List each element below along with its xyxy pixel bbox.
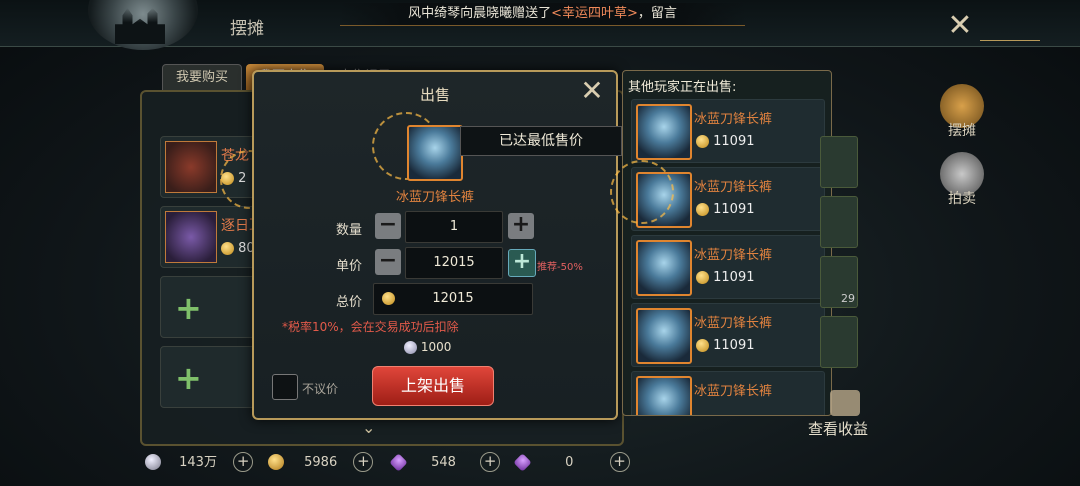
close-icon[interactable]: ✕: [940, 8, 980, 43]
total-price-field: 12015: [373, 283, 533, 315]
item-count-badge: 29: [841, 292, 855, 305]
pants-icon: [636, 308, 692, 364]
listing-price: 11091: [696, 202, 755, 217]
quantity-input[interactable]: 1: [405, 211, 503, 243]
chevron-down-icon[interactable]: ⌄: [362, 418, 375, 437]
total-price-value: 12015: [432, 291, 474, 306]
stall-slot[interactable]: 逐日耳 801: [160, 206, 263, 268]
pants-icon: [636, 376, 692, 415]
listing-name: 冰蓝刀锋长裤: [694, 112, 773, 127]
gold-coin-icon: [696, 339, 709, 352]
gold-coin-icon: [382, 292, 395, 305]
listing-name: 冰蓝刀锋长裤: [694, 248, 773, 263]
total-price-label: 总价: [336, 295, 363, 310]
listing-price: 11091: [696, 134, 755, 149]
listing-fee: 1000: [404, 340, 451, 354]
gold-coin-icon: [696, 135, 709, 148]
listing-price-value: 11091: [713, 202, 755, 217]
pants-icon: [636, 104, 692, 160]
toast-message: 已达最低售价: [460, 126, 622, 156]
listing-price-value: 11091: [713, 338, 755, 353]
other-listings-panel: 冰蓝刀锋长裤 11091 冰蓝刀锋长裤 11091 冰蓝刀锋长裤 11091 冰…: [622, 70, 832, 416]
tax-note: *税率10%，会在交易成功后扣除: [282, 320, 459, 334]
tab-buy[interactable]: 我要购买: [162, 64, 242, 92]
sparkle-effect: [610, 160, 674, 224]
listing-row[interactable]: 冰蓝刀锋长裤: [631, 371, 825, 415]
purple-crystal-icon: [513, 452, 532, 472]
currency-value: 0: [565, 454, 574, 470]
listing-name: 冰蓝刀锋长裤: [694, 180, 773, 195]
list-for-sale-button[interactable]: 上架出售: [372, 366, 494, 406]
price-decrease-button[interactable]: −: [375, 249, 401, 275]
listing-fee-value: 1000: [420, 340, 452, 354]
silver-coin-icon: [145, 454, 161, 470]
listing-price: 11091: [696, 338, 755, 353]
currency-value: 5986: [304, 454, 338, 470]
pants-icon: [636, 240, 692, 296]
currency-gem: 548 +: [389, 452, 501, 472]
dialog-title: 出售: [420, 86, 451, 104]
item-name: 冰蓝刀锋长裤: [395, 190, 474, 205]
add-gold-button[interactable]: +: [353, 452, 374, 472]
marquee-item: <幸运四叶草>: [551, 6, 638, 21]
silver-coin-icon: [404, 341, 417, 354]
item-cell: 29: [820, 256, 858, 308]
listing-price-value: 11091: [713, 270, 755, 285]
background-item-strip: 29: [820, 120, 860, 370]
recommend-hint: 推荐-50%: [537, 262, 583, 273]
side-menu-auction[interactable]: 拍卖: [940, 188, 984, 208]
quantity-decrease-button[interactable]: −: [375, 213, 401, 239]
page-title: 摆摊: [230, 19, 264, 39]
add-crystal-button[interactable]: +: [609, 452, 630, 472]
purple-gem-icon: [389, 452, 408, 472]
broadcast-marquee: 风中绮琴向晨晓曦赠送了<幸运四叶草>，留言: [340, 3, 745, 26]
view-earnings-button[interactable]: 查看收益: [808, 418, 868, 439]
currency-silver: 143万 +: [145, 452, 254, 472]
earnings-chest-icon[interactable]: [830, 390, 860, 416]
empty-stall-slot[interactable]: +: [160, 276, 257, 338]
gold-coin-icon: [268, 454, 284, 470]
listing-price: 11091: [696, 270, 755, 285]
ornament-line: [980, 40, 1040, 41]
side-menu-stall[interactable]: 摆摊: [940, 120, 984, 140]
listing-row[interactable]: 冰蓝刀锋长裤 11091: [631, 99, 825, 163]
currency-gold: 5986 +: [268, 452, 374, 472]
no-bargain-label: 不议价: [302, 382, 339, 396]
marquee-suffix: ，留言: [637, 6, 677, 21]
currency-value: 143万: [179, 454, 217, 470]
armor-icon: [165, 141, 217, 193]
quantity-increase-button[interactable]: +: [508, 213, 534, 239]
listing-price-value: 11091: [713, 134, 755, 149]
other-listings-title: 其他玩家正在出售:: [628, 80, 737, 95]
gold-coin-icon: [221, 242, 234, 255]
listing-row[interactable]: 冰蓝刀锋长裤 11091: [631, 303, 825, 367]
item-cell: [820, 316, 858, 368]
unit-price-label: 单价: [336, 259, 363, 274]
quantity-label: 数量: [336, 223, 363, 238]
currency-crystal: 0 +: [513, 452, 630, 472]
add-silver-button[interactable]: +: [233, 452, 254, 472]
empty-stall-slot[interactable]: +: [160, 346, 257, 408]
add-gem-button[interactable]: +: [480, 452, 501, 472]
pants-icon: [407, 125, 463, 181]
add-icon: +: [175, 359, 202, 397]
add-icon: +: [175, 289, 202, 327]
price-increase-button[interactable]: +: [508, 249, 536, 277]
currency-value: 548: [431, 454, 456, 470]
listing-name: 冰蓝刀锋长裤: [694, 384, 773, 399]
no-bargain-checkbox[interactable]: [272, 374, 298, 400]
marquee-prefix: 风中绮琴向晨晓曦赠送了: [408, 6, 552, 21]
boots-icon: [165, 211, 217, 263]
gold-coin-icon: [696, 203, 709, 216]
close-dialog-icon[interactable]: ✕: [574, 74, 610, 108]
unit-price-input[interactable]: 12015: [405, 247, 503, 279]
item-cell: [820, 136, 858, 188]
item-cell: [820, 196, 858, 248]
listing-name: 冰蓝刀锋长裤: [694, 316, 773, 331]
gold-coin-icon: [696, 271, 709, 284]
listing-row[interactable]: 冰蓝刀锋长裤 11091: [631, 235, 825, 299]
